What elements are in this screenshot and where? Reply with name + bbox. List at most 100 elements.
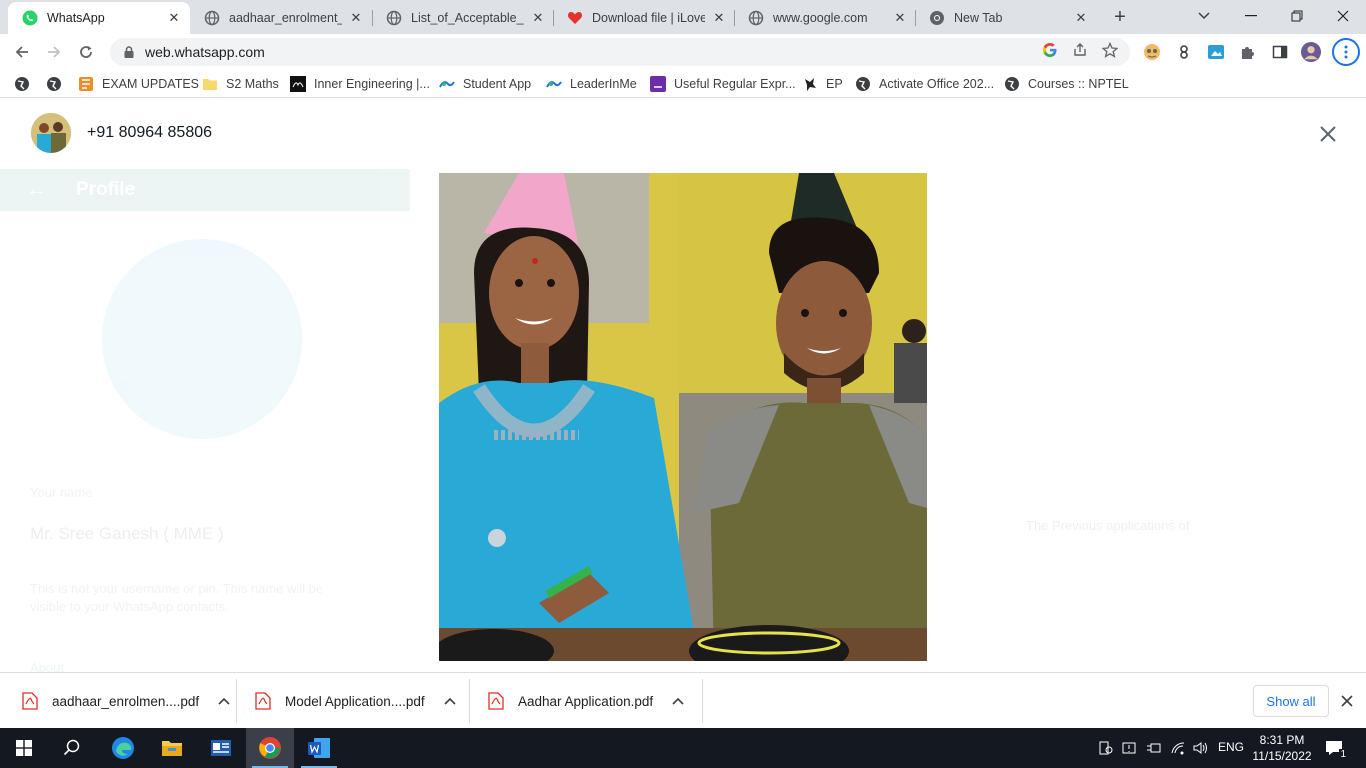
bookmark-label: S2 Maths	[226, 77, 279, 91]
clock-date: 11/15/2022	[1252, 749, 1312, 763]
globe-icon	[1004, 76, 1020, 92]
bookmark-ep[interactable]: EP	[802, 75, 843, 93]
system-clock[interactable]: 8:31 PM 11/15/2022	[1250, 732, 1314, 764]
tab-google[interactable]: www.google.com ✕	[734, 2, 916, 34]
extension-screenshot-icon[interactable]	[1206, 42, 1226, 62]
downloads-bar: aadhaar_enrolmen....pdf Model Applicatio…	[0, 672, 1366, 728]
close-downloads-icon[interactable]	[1338, 692, 1356, 710]
bookmark-useful-regular-expr[interactable]: Useful Regular Expr...	[650, 75, 796, 93]
reload-icon[interactable]	[72, 38, 100, 66]
tab-title: WhatsApp	[47, 11, 105, 25]
ilovepdf-heart-icon	[567, 10, 583, 26]
menu-kebab-icon[interactable]	[1332, 38, 1360, 66]
bookmark-s2-maths[interactable]: S2 Maths	[202, 75, 279, 93]
profile-name-value: Mr. Sree Ganesh ( MME )	[30, 524, 224, 543]
bookmark-exam-updates[interactable]: EXAM UPDATES	[78, 75, 199, 93]
close-tab-icon[interactable]: ✕	[530, 10, 546, 26]
download-item[interactable]: Model Application....pdf	[255, 673, 457, 729]
window-close-icon[interactable]	[1320, 0, 1366, 32]
close-tab-icon[interactable]: ✕	[1073, 10, 1089, 26]
input-language[interactable]: ENG	[1218, 740, 1244, 754]
bookmark-label: EP	[826, 77, 843, 91]
close-tab-icon[interactable]: ✕	[711, 10, 727, 26]
tab-new-tab[interactable]: New Tab ✕	[915, 2, 1097, 34]
tab-title: New Tab	[954, 11, 1003, 25]
folder-icon	[202, 76, 218, 92]
bookmark-star-icon[interactable]	[1101, 41, 1119, 63]
profile-avatar[interactable]	[1301, 42, 1321, 62]
regex-icon	[650, 76, 666, 92]
download-filename: Aadhar Application.pdf	[518, 693, 654, 709]
clock-time: 8:31 PM	[1259, 733, 1305, 747]
notification-center-icon[interactable]: 1	[1324, 738, 1347, 760]
restore-icon[interactable]	[1274, 0, 1320, 32]
contact-avatar[interactable]	[31, 113, 71, 153]
browser-toolbar: web.whatsapp.com	[0, 34, 1366, 70]
edge-browser-icon[interactable]	[99, 728, 147, 768]
extension-avatar-icon[interactable]	[1142, 42, 1162, 62]
address-bar[interactable]: web.whatsapp.com	[110, 38, 1130, 66]
bookmark-leaderinme[interactable]: LeaderInMe	[546, 75, 637, 93]
background-banner: The Previous applications of	[1026, 518, 1190, 533]
bookmark-globe-2[interactable]	[46, 75, 70, 93]
globe-icon	[386, 10, 402, 26]
news-app-icon[interactable]	[197, 728, 245, 768]
chevron-up-icon[interactable]	[217, 694, 231, 708]
back-arrow-icon[interactable]	[8, 38, 36, 66]
volume-icon[interactable]	[1191, 738, 1211, 758]
globe-icon	[855, 76, 871, 92]
new-tab-icon[interactable]: +	[1108, 5, 1132, 29]
search-icon[interactable]	[48, 728, 96, 768]
download-filename: Model Application....pdf	[285, 693, 425, 709]
bookmarks-bar: EXAM UPDATES S2 Maths Inner Engineering …	[0, 70, 1366, 98]
download-separator	[702, 679, 703, 723]
globe-icon	[748, 10, 764, 26]
minimize-icon[interactable]	[1228, 0, 1274, 32]
download-item[interactable]: Aadhar Application.pdf	[488, 673, 685, 729]
download-item[interactable]: aadhaar_enrolmen....pdf	[22, 673, 231, 729]
bookmark-globe-1[interactable]	[14, 75, 38, 93]
bookmark-inner-engineering[interactable]: Inner Engineering |...	[290, 75, 430, 93]
pdf-file-icon	[488, 692, 504, 710]
close-viewer-icon[interactable]	[1314, 120, 1342, 148]
bookmark-label: Inner Engineering |...	[314, 77, 430, 91]
google-g-icon[interactable]	[1042, 42, 1058, 63]
wifi-icon[interactable]	[1168, 738, 1188, 758]
media-viewer-header: +91 80964 85806	[0, 102, 1366, 164]
share-icon[interactable]	[1072, 42, 1088, 63]
tab-ilovepdf[interactable]: Download file | iLoveP ✕	[553, 2, 735, 34]
extension-swirl-icon[interactable]	[1174, 42, 1194, 62]
file-explorer-icon[interactable]	[148, 728, 196, 768]
power-plug-icon[interactable]	[1144, 738, 1164, 758]
bookmark-activate-office[interactable]: Activate Office 202...	[855, 75, 994, 93]
tab-search-chevron-icon[interactable]	[1181, 0, 1227, 32]
side-panel-icon[interactable]	[1270, 42, 1290, 62]
bookmark-student-app[interactable]: Student App	[439, 75, 531, 93]
forward-arrow-icon[interactable]	[40, 38, 68, 66]
show-all-button[interactable]: Show all	[1253, 685, 1329, 717]
people-tray-icon[interactable]	[1096, 738, 1116, 758]
tab-whatsapp[interactable]: WhatsApp ✕	[8, 2, 190, 34]
tab-list-of-acceptable[interactable]: List_of_Acceptable_do ✕	[372, 2, 554, 34]
pdf-file-icon	[255, 692, 271, 710]
close-tab-icon[interactable]: ✕	[348, 10, 364, 26]
globe-icon	[204, 10, 220, 26]
windows-start-icon[interactable]	[0, 728, 48, 768]
chevron-up-icon[interactable]	[671, 694, 685, 708]
close-tab-icon[interactable]: ✕	[892, 10, 908, 26]
word-taskbar-icon[interactable]	[295, 728, 343, 768]
whatsapp-page: ← Profile Your name Mr. Sree Ganesh ( MM…	[0, 102, 1366, 672]
battery-warning-icon[interactable]	[1120, 738, 1140, 758]
bookmark-label: Courses :: NPTEL	[1028, 77, 1129, 91]
bookmark-label: Activate Office 202...	[879, 77, 995, 91]
extensions-puzzle-icon[interactable]	[1238, 42, 1258, 62]
chrome-taskbar-icon[interactable]	[246, 728, 294, 768]
tab-aadhaar-enrolment[interactable]: aadhaar_enrolment_co ✕	[190, 2, 372, 34]
bookmark-courses-nptel[interactable]: Courses :: NPTEL	[1004, 75, 1129, 93]
lock-icon[interactable]	[122, 45, 136, 59]
download-filename: aadhaar_enrolmen....pdf	[52, 693, 200, 709]
profile-photo-large	[102, 239, 302, 439]
media-photo[interactable]	[439, 173, 927, 661]
chevron-up-icon[interactable]	[443, 694, 457, 708]
close-tab-icon[interactable]: ✕	[166, 10, 182, 26]
